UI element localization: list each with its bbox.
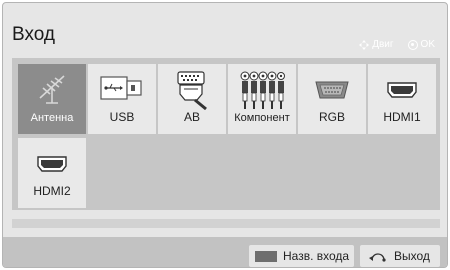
page-title: Вход (12, 24, 55, 45)
input-label: RGB (318, 110, 345, 124)
footer-bar: Назв. входа Выход (3, 237, 447, 267)
gray-key-icon (255, 250, 277, 262)
input-name-label: Назв. входа (283, 249, 350, 263)
input-label: AB (183, 110, 200, 124)
move-hint: Двиг (359, 39, 394, 50)
input-label: Компонент (234, 112, 290, 124)
usb-icon (100, 76, 142, 100)
hdmi-icon (387, 82, 417, 98)
ok-hint: OK (407, 39, 435, 50)
input-name-button[interactable]: Назв. входа (249, 245, 354, 267)
ok-hint-label: OK (420, 39, 435, 50)
input-label: Антенна (30, 112, 74, 124)
input-tile-rgb[interactable]: RGB (298, 64, 366, 134)
component-rca-icon (240, 71, 285, 109)
input-label: USB (109, 110, 135, 124)
exit-button[interactable]: Выход (360, 245, 440, 267)
input-tile-component[interactable]: Компонент (228, 64, 296, 134)
input-tile-hdmi1[interactable]: HDMI1 (368, 64, 436, 134)
ok-button-icon (407, 39, 418, 50)
vga-icon (315, 81, 349, 99)
input-tile-usb[interactable]: USB (88, 64, 156, 134)
input-label: HDMI2 (33, 184, 71, 198)
input-tile-antenna[interactable]: Антенна (18, 64, 86, 134)
exit-icon (368, 250, 388, 262)
divider-strip (12, 219, 440, 228)
navigation-hints: Двиг OK (359, 39, 435, 50)
input-grid: Антенна USB AB Компонент RGB HDMI1 HDMI2 (12, 58, 440, 210)
scart-icon (177, 71, 207, 110)
input-tile-av[interactable]: AB (158, 64, 226, 134)
move-hint-label: Двиг (372, 39, 394, 50)
input-select-screen: Вход Двиг OK Антенна USB AB Компонент RG… (2, 2, 448, 268)
antenna-icon (39, 75, 65, 104)
hdmi-icon (37, 156, 67, 172)
input-tile-hdmi2[interactable]: HDMI2 (18, 138, 86, 208)
input-label: HDMI1 (383, 110, 421, 124)
dpad-icon (359, 39, 370, 50)
exit-label: Выход (394, 249, 430, 263)
